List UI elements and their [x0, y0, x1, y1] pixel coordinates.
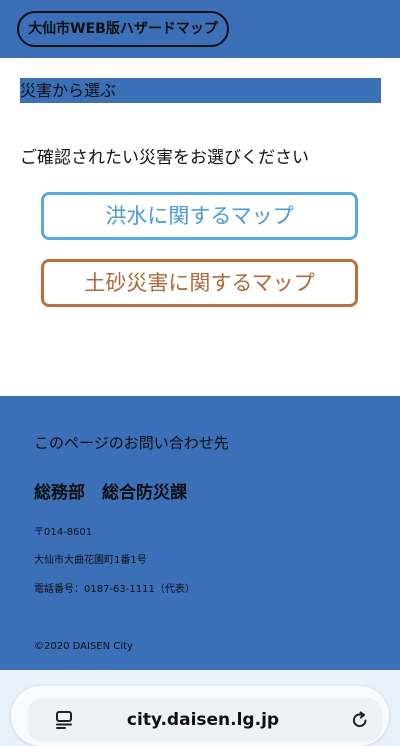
address: 大仙市大曲花園町1番1号 — [34, 555, 147, 566]
url-text[interactable]: city.daisen.lg.jp — [98, 698, 308, 742]
copyright: ©2020 DAISEN City — [34, 641, 133, 652]
site-header: 大仙市WEB版ハザードマップ — [0, 0, 400, 58]
reload-icon[interactable] — [350, 710, 370, 730]
phone-number: 電話番号：0187-63-1111（代表） — [34, 584, 195, 595]
flood-map-button[interactable]: 洪水に関するマップ — [41, 192, 358, 240]
department-name: 総務部 総合防災課 — [34, 483, 187, 503]
prompt-text: ご確認されたい災害をお選びください — [20, 148, 309, 168]
site-title-button[interactable]: 大仙市WEB版ハザードマップ — [17, 11, 229, 47]
landslide-map-button[interactable]: 土砂災害に関するマップ — [41, 259, 358, 307]
address-bar[interactable]: city.daisen.lg.jp — [11, 686, 389, 746]
browser-bottom-bar: city.daisen.lg.jp — [0, 670, 400, 746]
contact-heading: このページのお問い合わせ先 — [34, 434, 229, 452]
tabs-icon[interactable] — [54, 710, 74, 730]
site-footer: このページのお問い合わせ先 総務部 総合防災課 〒014-8601 大仙市大曲花… — [0, 396, 400, 670]
postal-code: 〒014-8601 — [34, 527, 93, 538]
address-field[interactable]: city.daisen.lg.jp — [28, 698, 382, 742]
section-title: 災害から選ぶ — [20, 78, 381, 103]
